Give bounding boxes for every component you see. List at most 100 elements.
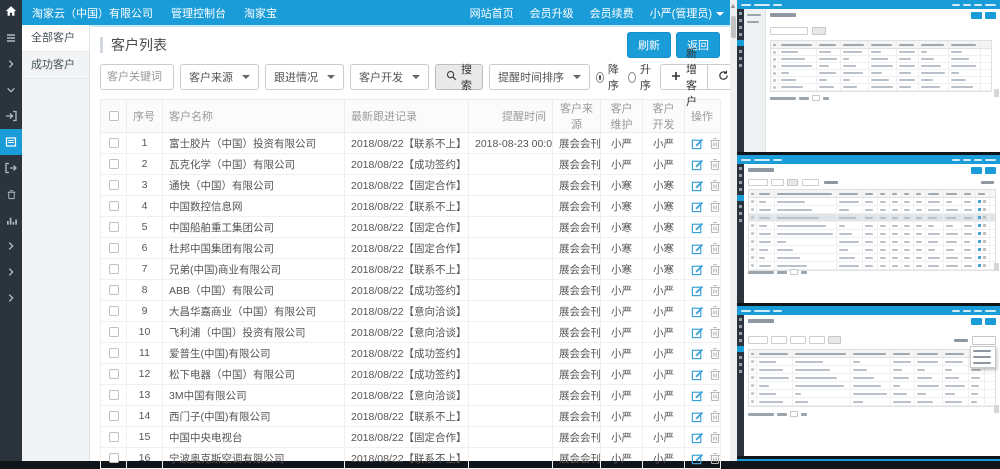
col-header-remind[interactable]: 提醒时间 xyxy=(469,100,553,133)
delete-icon[interactable] xyxy=(709,284,721,297)
sidebar-item-success-customers[interactable]: 成功客户 xyxy=(22,52,89,79)
sidebar-sign-in-icon[interactable] xyxy=(0,103,22,129)
delete-icon[interactable] xyxy=(709,137,721,150)
col-header-name[interactable]: 客户名称 xyxy=(163,100,345,133)
delete-icon[interactable] xyxy=(709,305,721,318)
user-menu[interactable]: 小严(管理员) xyxy=(650,5,724,21)
edit-icon[interactable] xyxy=(691,452,704,465)
delete-icon[interactable] xyxy=(709,221,721,234)
edit-icon[interactable] xyxy=(691,284,704,297)
sidebar-menu-icon[interactable] xyxy=(0,25,22,51)
sidebar-sign-out-icon[interactable] xyxy=(0,155,22,181)
preview-title xyxy=(748,168,774,172)
row-checkbox[interactable] xyxy=(109,138,119,148)
app-window-preview-1[interactable] xyxy=(737,0,1000,152)
delete-icon[interactable] xyxy=(709,158,721,171)
nav-item-member-upgrade[interactable]: 会员升级 xyxy=(530,5,574,21)
edit-icon[interactable] xyxy=(691,389,704,402)
edit-icon[interactable] xyxy=(691,347,704,360)
text-bar xyxy=(964,217,972,219)
edit-icon[interactable] xyxy=(691,200,704,213)
back-button[interactable]: 返回 xyxy=(676,32,720,58)
text-bar xyxy=(751,360,754,363)
row-checkbox[interactable] xyxy=(109,180,119,190)
app-window-preview-2[interactable] xyxy=(737,155,1000,303)
text-bar xyxy=(751,208,754,211)
row-checkbox[interactable] xyxy=(109,453,119,463)
row-checkbox[interactable] xyxy=(109,159,119,169)
edit-icon[interactable] xyxy=(691,431,704,444)
progress-select[interactable]: 跟进情况 xyxy=(265,64,344,90)
nav-item-console[interactable]: 管理控制台 xyxy=(171,5,226,21)
row-checkbox[interactable] xyxy=(109,327,119,337)
delete-icon[interactable] xyxy=(709,410,721,423)
delete-icon[interactable] xyxy=(709,389,721,402)
sidebar-chevron-right-icon-4[interactable] xyxy=(0,285,22,311)
row-checkbox[interactable] xyxy=(109,285,119,295)
sidebar-customer-list-icon[interactable] xyxy=(0,129,22,155)
delete-icon[interactable] xyxy=(709,200,721,213)
row-checkbox[interactable] xyxy=(109,243,119,253)
row-checkbox[interactable] xyxy=(109,411,119,421)
edit-icon[interactable] xyxy=(691,410,704,423)
delete-icon[interactable] xyxy=(709,368,721,381)
edit-icon[interactable] xyxy=(691,179,704,192)
sidebar-chevron-right-icon-2[interactable] xyxy=(0,233,22,259)
col-header-index[interactable]: 序号 xyxy=(127,100,163,133)
edit-icon[interactable] xyxy=(691,242,704,255)
col-header-source[interactable]: 客户来源 xyxy=(553,100,601,133)
nav-item-site-home[interactable]: 网站首页 xyxy=(470,5,514,21)
sidebar-chevron-down-icon[interactable] xyxy=(0,77,22,103)
sidebar-chart-icon[interactable] xyxy=(0,207,22,233)
preview-rail-icon xyxy=(739,181,742,184)
edit-icon[interactable] xyxy=(691,368,704,381)
sort-select[interactable]: 提醒时间排序 xyxy=(489,64,590,90)
vertical-scrollbar[interactable] xyxy=(730,0,737,461)
keyword-input[interactable] xyxy=(100,64,174,90)
sidebar-chevron-right-icon-3[interactable] xyxy=(0,259,22,285)
scrollbar-thumb[interactable] xyxy=(731,16,736,38)
row-checkbox[interactable] xyxy=(109,369,119,379)
text-bar xyxy=(946,241,957,243)
edit-icon[interactable] xyxy=(691,158,704,171)
add-customer-button[interactable]: 新增客户 xyxy=(660,64,708,90)
delete-icon[interactable] xyxy=(709,452,721,465)
select-all-checkbox[interactable] xyxy=(109,111,119,121)
preview-table-row xyxy=(749,206,995,214)
develop-select[interactable]: 客户开发 xyxy=(350,64,429,90)
row-checkbox[interactable] xyxy=(109,306,119,316)
sidebar-trash-icon[interactable] xyxy=(0,181,22,207)
row-checkbox[interactable] xyxy=(109,390,119,400)
row-checkbox[interactable] xyxy=(109,432,119,442)
delete-icon[interactable] xyxy=(709,347,721,360)
refresh-button[interactable]: 刷新 xyxy=(627,32,671,58)
sort-asc-radio[interactable]: 升序 xyxy=(628,61,654,93)
col-header-record[interactable]: 最新跟进记录 xyxy=(345,100,469,133)
row-checkbox[interactable] xyxy=(109,222,119,232)
sidebar-item-all-customers[interactable]: 全部客户 xyxy=(22,25,89,52)
col-header-developer[interactable]: 客户开发 xyxy=(643,100,685,133)
edit-icon[interactable] xyxy=(691,326,704,339)
delete-icon[interactable] xyxy=(709,263,721,276)
row-checkbox[interactable] xyxy=(109,348,119,358)
col-header-keeper[interactable]: 客户维护 xyxy=(601,100,643,133)
search-button[interactable]: 搜索 xyxy=(435,64,483,90)
scroll-up-arrow-icon[interactable] xyxy=(731,4,735,8)
nav-item-member-renew[interactable]: 会员续费 xyxy=(590,5,634,21)
source-select[interactable]: 客户来源 xyxy=(180,64,259,90)
edit-icon[interactable] xyxy=(691,305,704,318)
delete-icon[interactable] xyxy=(709,431,721,444)
sort-desc-radio[interactable]: 降序 xyxy=(596,61,622,93)
delete-icon[interactable] xyxy=(709,242,721,255)
row-checkbox[interactable] xyxy=(109,201,119,211)
nav-item-taojiabao[interactable]: 淘家宝 xyxy=(244,5,277,21)
sidebar-chevron-right-icon-1[interactable] xyxy=(0,51,22,77)
delete-icon[interactable] xyxy=(709,326,721,339)
edit-icon[interactable] xyxy=(691,137,704,150)
app-window-preview-3[interactable] xyxy=(737,306,1000,456)
home-button[interactable] xyxy=(0,0,22,25)
edit-icon[interactable] xyxy=(691,263,704,276)
delete-icon[interactable] xyxy=(709,179,721,192)
row-checkbox[interactable] xyxy=(109,264,119,274)
edit-icon[interactable] xyxy=(691,221,704,234)
